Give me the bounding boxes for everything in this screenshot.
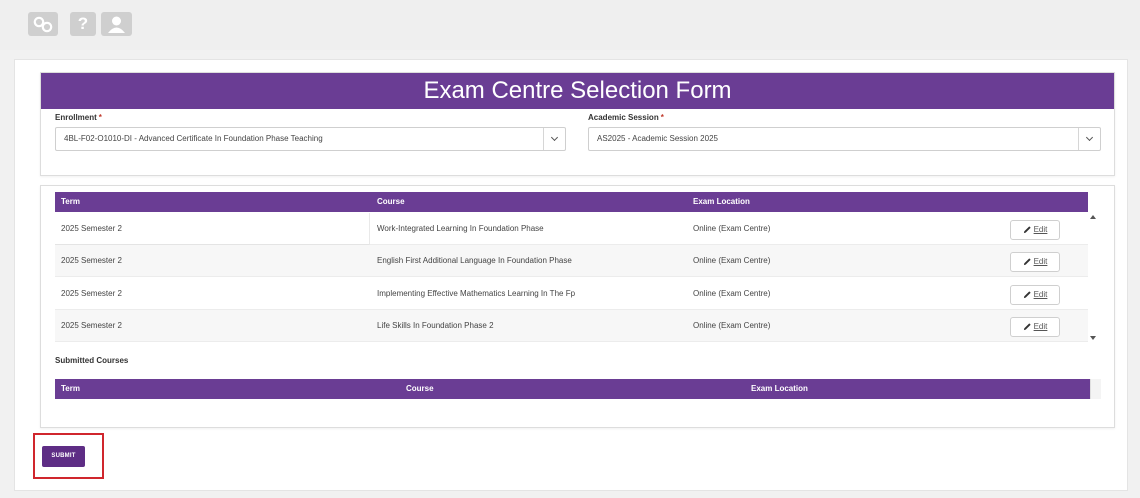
enrollment-select[interactable]: 4BL-F02-O1010-DI - Advanced Certificate … bbox=[55, 127, 566, 151]
scroll-down-arrow-icon[interactable] bbox=[1090, 336, 1096, 340]
header-term: Term bbox=[61, 197, 80, 206]
help-icon[interactable]: ? bbox=[70, 12, 96, 36]
required-mark: * bbox=[98, 113, 102, 122]
edit-button[interactable]: Edit bbox=[1010, 317, 1060, 337]
term-cell: 2025 Semester 2 bbox=[55, 213, 370, 245]
form-title: Exam Centre Selection Form bbox=[41, 73, 1114, 109]
table-row: 2025 Semester 2 Life Skills In Foundatio… bbox=[55, 310, 1088, 342]
edit-label: Edit bbox=[1033, 322, 1048, 331]
location-cell: Online (Exam Centre) bbox=[693, 224, 771, 233]
link-icon[interactable] bbox=[28, 12, 58, 36]
academic-session-value: AS2025 - Academic Session 2025 bbox=[597, 134, 718, 143]
edit-button[interactable]: Edit bbox=[1010, 285, 1060, 305]
term-cell: 2025 Semester 2 bbox=[61, 256, 122, 265]
submitted-courses-label: Submitted Courses bbox=[55, 356, 129, 365]
course-cell: Work-Integrated Learning In Foundation P… bbox=[377, 224, 544, 233]
user-icon[interactable] bbox=[101, 12, 132, 36]
course-cell: Life Skills In Foundation Phase 2 bbox=[377, 321, 494, 330]
pencil-icon bbox=[1023, 291, 1031, 299]
edit-button[interactable]: Edit bbox=[1010, 220, 1060, 240]
scroll-up-arrow-icon[interactable] bbox=[1090, 215, 1096, 219]
academic-session-label: Academic Session * bbox=[588, 113, 664, 122]
pencil-icon bbox=[1023, 258, 1031, 266]
table-row: 2025 Semester 2 English First Additional… bbox=[55, 245, 1088, 277]
pencil-icon bbox=[1023, 226, 1031, 234]
top-toolbar: ? bbox=[0, 0, 1140, 50]
location-cell: Online (Exam Centre) bbox=[693, 321, 771, 330]
header-course: Course bbox=[406, 384, 434, 393]
edit-label: Edit bbox=[1033, 290, 1048, 299]
pencil-icon bbox=[1023, 323, 1031, 331]
edit-label: Edit bbox=[1033, 257, 1048, 266]
exam-centre-form: Exam Centre Selection Form Enrollment * 4… bbox=[40, 72, 1115, 176]
location-cell: Online (Exam Centre) bbox=[693, 256, 771, 265]
course-cell: Implementing Effective Mathematics Learn… bbox=[377, 289, 576, 298]
courses-table-header: Term Course Exam Location bbox=[55, 192, 1088, 212]
enrollment-value: 4BL-F02-O1010-DI - Advanced Certificate … bbox=[64, 134, 323, 143]
chevron-down-icon[interactable] bbox=[1078, 128, 1100, 150]
header-term: Term bbox=[61, 384, 80, 393]
table-row: 2025 Semester 2 Implementing Effective M… bbox=[55, 278, 1088, 310]
table-row: 2025 Semester 2 Work-Integrated Learning… bbox=[55, 213, 1088, 245]
edit-button[interactable]: Edit bbox=[1010, 252, 1060, 272]
academic-session-select[interactable]: AS2025 - Academic Session 2025 bbox=[588, 127, 1101, 151]
submitted-table-header: Term Course Exam Location bbox=[55, 379, 1101, 399]
submit-button[interactable]: SUBMIT bbox=[42, 446, 85, 467]
submitted-scrollbar[interactable] bbox=[1090, 379, 1101, 399]
academic-session-label-text: Academic Session bbox=[588, 113, 659, 122]
header-exam-location: Exam Location bbox=[751, 384, 808, 393]
header-course: Course bbox=[377, 197, 405, 206]
course-cell: English First Additional Language In Fou… bbox=[377, 256, 572, 265]
help-glyph: ? bbox=[77, 14, 89, 33]
term-cell: 2025 Semester 2 bbox=[61, 321, 122, 330]
required-mark: * bbox=[660, 113, 664, 122]
enrollment-label-text: Enrollment bbox=[55, 113, 97, 122]
header-exam-location: Exam Location bbox=[693, 197, 750, 206]
edit-label: Edit bbox=[1033, 225, 1048, 234]
chevron-down-icon[interactable] bbox=[543, 128, 565, 150]
enrollment-label: Enrollment * bbox=[55, 113, 102, 122]
term-cell: 2025 Semester 2 bbox=[61, 289, 122, 298]
location-cell: Online (Exam Centre) bbox=[693, 289, 771, 298]
